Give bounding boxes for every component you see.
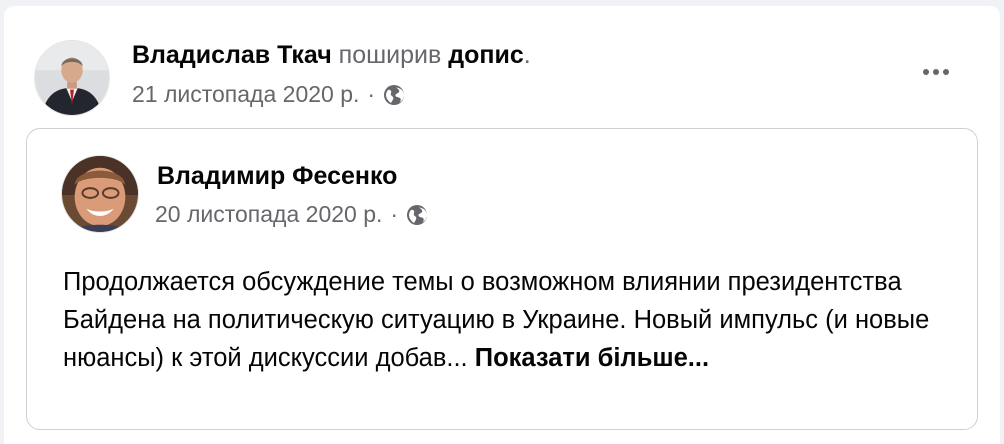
post-card: Владислав Ткач поширив допис. 21 листопа… bbox=[4, 6, 1000, 444]
meta-separator: · bbox=[390, 201, 399, 227]
headline-period: . bbox=[523, 41, 531, 69]
shared-post-card[interactable]: Владимир Фесенко 20 листопада 2020 р. · … bbox=[26, 128, 978, 430]
sharer-avatar[interactable] bbox=[34, 40, 110, 116]
more-dot bbox=[923, 69, 929, 75]
shared-post-text: Продолжается обсуждение темы о возможном… bbox=[63, 263, 963, 377]
shared-author-name-link[interactable]: Владимир Фесенко bbox=[157, 159, 397, 193]
see-more-link[interactable]: Показати більше... bbox=[475, 344, 709, 372]
shared-post-link[interactable]: допис bbox=[448, 41, 524, 69]
globe-icon[interactable] bbox=[406, 203, 428, 225]
post-meta: 21 листопада 2020 р. · bbox=[132, 79, 405, 109]
more-options-icon[interactable] bbox=[916, 58, 956, 86]
shared-post-date-link[interactable]: 20 листопада 2020 р. bbox=[155, 199, 382, 229]
shared-author-avatar-image bbox=[62, 156, 138, 232]
post-date-link[interactable]: 21 листопада 2020 р. bbox=[132, 79, 359, 109]
globe-icon[interactable] bbox=[383, 83, 405, 105]
share-headline: Владислав Ткач поширив допис. bbox=[132, 38, 531, 72]
meta-separator: · bbox=[367, 81, 376, 107]
shared-author-avatar[interactable] bbox=[61, 155, 139, 233]
shared-post-meta: 20 листопада 2020 р. · bbox=[155, 199, 428, 229]
more-dot bbox=[943, 69, 949, 75]
sharer-avatar-image bbox=[35, 41, 109, 115]
share-verb: поширив bbox=[338, 41, 442, 69]
more-dot bbox=[933, 69, 939, 75]
sharer-name-link[interactable]: Владислав Ткач bbox=[132, 41, 332, 69]
